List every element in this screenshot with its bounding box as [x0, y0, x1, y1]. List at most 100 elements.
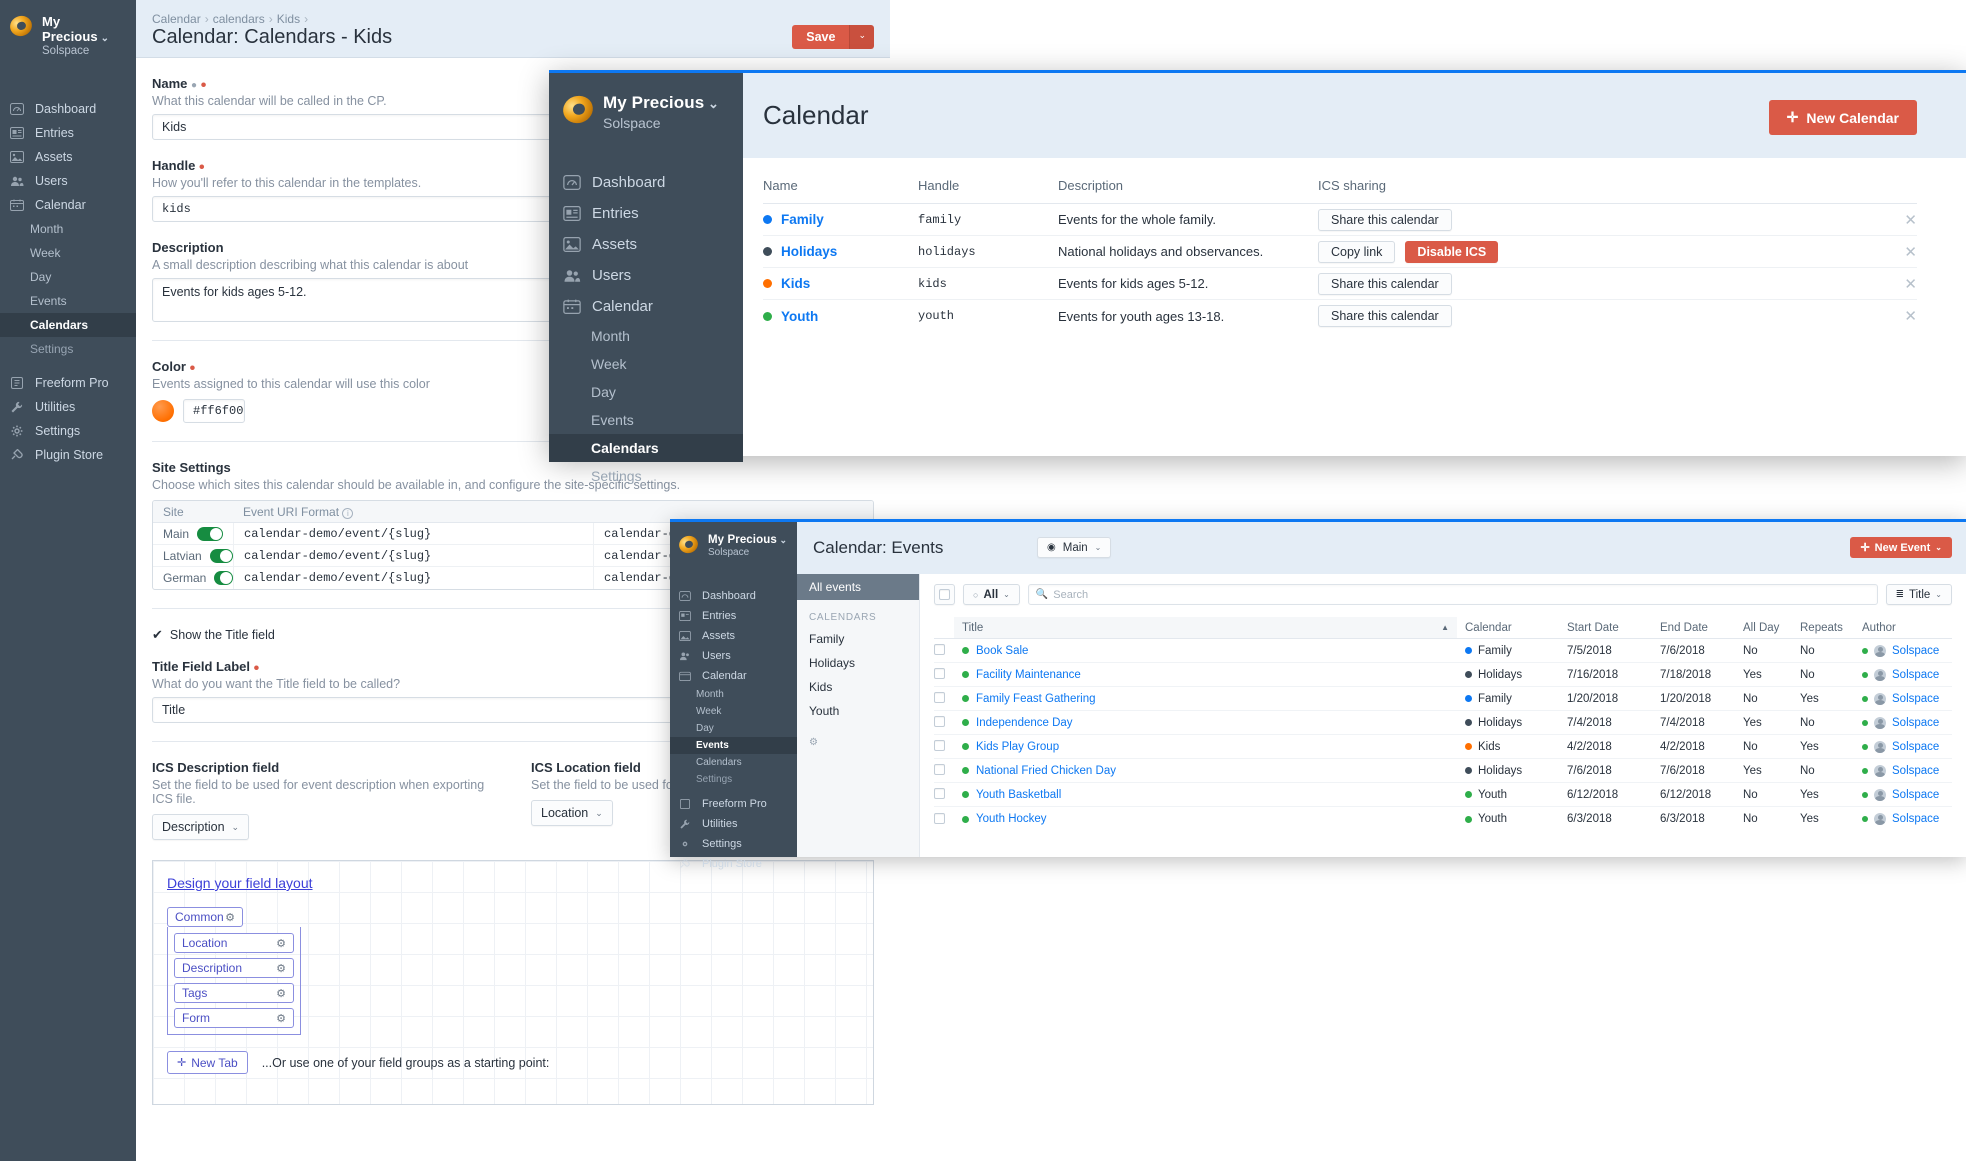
sidebar-subitem-day[interactable]: Day [0, 265, 136, 289]
event-author-link[interactable]: Solspace [1892, 693, 1939, 705]
ics-location-select[interactable]: Location ⌄ [531, 800, 613, 826]
sidebar-item-plugin-store[interactable]: Plugin Store [0, 443, 136, 467]
column-header-name[interactable]: Name [763, 178, 918, 193]
layout-tab-common[interactable]: Common ⚙ [167, 907, 243, 927]
column-header-title[interactable]: Title ▲ [954, 617, 1457, 638]
column-header-repeats[interactable]: Repeats [1800, 622, 1862, 634]
sidebar-subitem-calendars[interactable]: Calendars [0, 313, 136, 337]
sidebar-settings-gear[interactable]: ⚙ [797, 723, 919, 762]
row-checkbox[interactable] [934, 764, 945, 775]
column-header-end-date[interactable]: End Date [1660, 622, 1743, 634]
column-header-ics[interactable]: ICS sharing [1318, 178, 1917, 193]
column-header-all-day[interactable]: All Day [1743, 622, 1800, 634]
calendar-name-link[interactable]: Youth [781, 309, 818, 324]
save-menu-button[interactable]: ⌄ [849, 25, 874, 49]
row-checkbox[interactable] [934, 788, 945, 799]
sidebar-item-utilities[interactable]: Utilities [0, 395, 136, 419]
sidebar-subitem-settings[interactable]: Settings [549, 462, 743, 490]
breadcrumb-item-kids[interactable]: Kids [277, 12, 300, 26]
sidebar-subitem-calendars[interactable]: Calendars [549, 434, 743, 462]
sidebar-item-entries[interactable]: Entries [670, 606, 797, 626]
sidebar-subitem-month[interactable]: Month [670, 686, 797, 703]
save-button-group[interactable]: Save ⌄ [792, 25, 874, 49]
delete-calendar-button[interactable]: ✕ [1891, 211, 1917, 229]
sidebar-item-calendar[interactable]: Calendar [0, 193, 136, 217]
uri-cell[interactable]: calendar-demo/event/{slug} [233, 523, 593, 544]
filter-all-events[interactable]: All events [797, 574, 919, 600]
site-toggle[interactable] [214, 571, 233, 585]
column-header-description[interactable]: Description [1058, 178, 1318, 193]
sidebar-subitem-settings[interactable]: Settings [0, 337, 136, 361]
event-author-link[interactable]: Solspace [1892, 717, 1939, 729]
brand[interactable]: My Precious ⌄ Solspace [0, 0, 136, 57]
share-calendar-button[interactable]: Share this calendar [1318, 272, 1452, 295]
breadcrumb-item-calendars[interactable]: calendars [213, 12, 265, 26]
row-checkbox[interactable] [934, 668, 945, 679]
filter-calendar-holidays[interactable]: Holidays [797, 651, 919, 675]
site-toggle[interactable] [197, 526, 224, 541]
sidebar-item-entries[interactable]: Entries [549, 198, 743, 229]
new-tab-button[interactable]: ✛ New Tab [167, 1051, 248, 1074]
sidebar-item-freeform-pro[interactable]: Freeform Pro [0, 371, 136, 395]
disable-ics-button[interactable]: Disable ICS [1405, 240, 1499, 263]
sidebar-subitem-events[interactable]: Events [0, 289, 136, 313]
checkbox-checked-icon[interactable]: ✔ [152, 627, 163, 643]
event-author-link[interactable]: Solspace [1892, 765, 1939, 777]
row-checkbox[interactable] [934, 644, 945, 655]
chevron-down-icon[interactable]: ⌄ [704, 96, 719, 111]
event-title-link[interactable]: Kids Play Group [976, 741, 1059, 753]
save-button[interactable]: Save [792, 25, 850, 49]
sidebar-item-utilities[interactable]: Utilities [670, 814, 797, 834]
sidebar-subitem-events[interactable]: Events [549, 406, 743, 434]
sidebar-item-dashboard[interactable]: Dashboard [670, 586, 797, 606]
select-all-checkbox[interactable] [934, 584, 955, 605]
row-checkbox[interactable] [934, 740, 945, 751]
copy-link-button[interactable]: Copy link [1318, 240, 1396, 263]
sidebar-subitem-calendars[interactable]: Calendars [670, 754, 797, 771]
brand[interactable]: My Precious ⌄ Solspace [549, 73, 743, 131]
sidebar-item-users[interactable]: Users [549, 260, 743, 291]
event-title-link[interactable]: Independence Day [976, 717, 1073, 729]
chevron-down-icon[interactable]: ⌄ [777, 535, 787, 545]
event-author-link[interactable]: Solspace [1892, 645, 1939, 657]
gear-icon[interactable]: ⚙ [225, 911, 235, 924]
sidebar-item-dashboard[interactable]: Dashboard [549, 167, 743, 198]
sort-selector[interactable]: ≣ Title ⌄ [1885, 584, 1952, 605]
ics-description-select[interactable]: Description ⌄ [152, 814, 250, 840]
event-title-link[interactable]: Youth Basketball [976, 789, 1061, 801]
sidebar-subitem-week[interactable]: Week [0, 241, 136, 265]
sidebar-subitem-week[interactable]: Week [670, 703, 797, 720]
sidebar-item-assets[interactable]: Assets [670, 626, 797, 646]
sidebar-subitem-month[interactable]: Month [549, 322, 743, 350]
chevron-down-icon[interactable]: ⌄ [98, 33, 109, 44]
delete-calendar-button[interactable]: ✕ [1891, 243, 1917, 261]
site-selector[interactable]: ◉ Main ⌄ [1037, 537, 1112, 558]
event-author-link[interactable]: Solspace [1892, 741, 1939, 753]
sidebar-item-entries[interactable]: Entries [0, 121, 136, 145]
status-filter[interactable]: ○ All ⌄ [963, 584, 1020, 605]
layout-field-location[interactable]: Location ⚙ [174, 933, 294, 953]
sidebar-subitem-events[interactable]: Events [670, 737, 797, 754]
row-checkbox[interactable] [934, 716, 945, 727]
column-header-author[interactable]: Author [1862, 622, 1952, 634]
sidebar-subitem-day[interactable]: Day [670, 720, 797, 737]
row-checkbox[interactable] [934, 692, 945, 703]
calendar-name-link[interactable]: Family [781, 212, 824, 227]
color-swatch[interactable] [152, 400, 174, 422]
filter-calendar-family[interactable]: Family [797, 627, 919, 651]
sidebar-item-calendar[interactable]: Calendar [670, 666, 797, 686]
calendar-name-link[interactable]: Holidays [781, 244, 837, 259]
new-calendar-button[interactable]: ✛ New Calendar [1768, 100, 1917, 135]
gear-icon[interactable]: ⚙ [276, 962, 286, 975]
sidebar-subitem-month[interactable]: Month [0, 217, 136, 241]
sidebar-item-dashboard[interactable]: Dashboard [0, 97, 136, 121]
sidebar-item-users[interactable]: Users [670, 646, 797, 666]
brand[interactable]: My Precious ⌄ Solspace [670, 522, 797, 558]
delete-calendar-button[interactable]: ✕ [1891, 307, 1917, 325]
gear-icon[interactable]: ⚙ [276, 1012, 286, 1025]
sidebar-item-freeform-pro[interactable]: Freeform Pro [670, 794, 797, 814]
sidebar-item-calendar[interactable]: Calendar [549, 291, 743, 322]
layout-field-description[interactable]: Description ⚙ [174, 958, 294, 978]
new-event-button[interactable]: ✛ New Event ⌄ [1850, 537, 1952, 558]
filter-calendar-youth[interactable]: Youth [797, 699, 919, 723]
